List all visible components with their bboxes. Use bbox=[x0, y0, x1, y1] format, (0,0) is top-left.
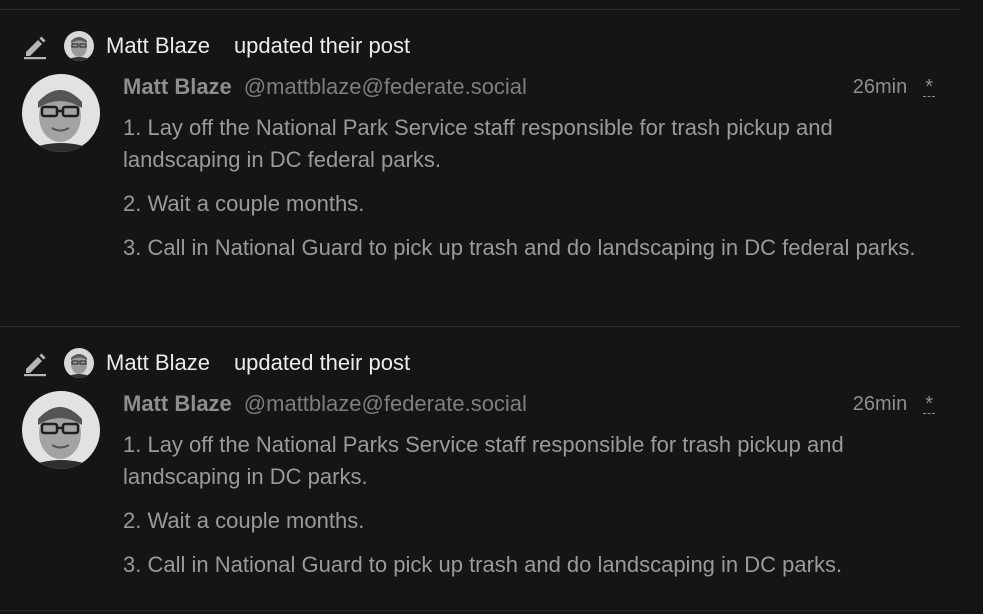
post-meta: Matt Blaze @mattblaze@federate.social 26… bbox=[123, 72, 935, 102]
notification-item[interactable]: Matt Blaze updated their post Matt Blaze… bbox=[0, 345, 960, 605]
notification-account-name[interactable]: Matt Blaze bbox=[106, 33, 210, 59]
avatar[interactable] bbox=[64, 31, 94, 61]
post-paragraph: 3. Call in National Guard to pick up tra… bbox=[123, 235, 916, 260]
notification-header: Matt Blaze updated their post bbox=[20, 345, 410, 381]
author-name[interactable]: Matt Blaze bbox=[123, 391, 232, 417]
author-avatar[interactable] bbox=[22, 391, 100, 469]
pencil-icon bbox=[20, 348, 50, 378]
post-paragraph: 2. Wait a couple months. bbox=[123, 508, 365, 533]
handle-domain: @federate.social bbox=[361, 74, 527, 99]
notification-action-text: updated their post bbox=[233, 33, 411, 58]
post-timestamp[interactable]: 26min bbox=[853, 393, 907, 416]
post-content: 1. Lay off the National Parks Service st… bbox=[123, 429, 923, 593]
handle-user: @mattblaze bbox=[243, 391, 362, 416]
avatar[interactable] bbox=[64, 348, 94, 378]
divider bbox=[0, 326, 960, 327]
post-paragraph: 1. Lay off the National Parks Service st… bbox=[123, 432, 844, 489]
notification-account-name[interactable]: Matt Blaze bbox=[106, 350, 210, 376]
notification-item[interactable]: Matt Blaze updated their post Matt Blaze… bbox=[0, 28, 960, 318]
edited-indicator[interactable]: * bbox=[923, 77, 935, 97]
post-content: 1. Lay off the National Park Service sta… bbox=[123, 112, 923, 276]
post-timestamp[interactable]: 26min bbox=[853, 76, 907, 99]
post-paragraph: 2. Wait a couple months. bbox=[123, 191, 365, 216]
author-name[interactable]: Matt Blaze bbox=[123, 74, 232, 100]
handle-domain: @federate.social bbox=[361, 391, 527, 416]
post-meta: Matt Blaze @mattblaze@federate.social 26… bbox=[123, 389, 935, 419]
handle-user: @mattblaze bbox=[243, 74, 362, 99]
post-paragraph: 1. Lay off the National Park Service sta… bbox=[123, 115, 833, 172]
author-handle[interactable]: @mattblaze@federate.social bbox=[244, 391, 527, 417]
pencil-icon bbox=[20, 31, 50, 61]
notification-action-text: updated their post bbox=[233, 350, 411, 375]
edited-indicator[interactable]: * bbox=[923, 394, 935, 414]
author-avatar[interactable] bbox=[22, 74, 100, 152]
notification-feed: Matt Blaze updated their post Matt Blaze… bbox=[0, 0, 983, 614]
divider bbox=[0, 610, 960, 611]
post-paragraph: 3. Call in National Guard to pick up tra… bbox=[123, 552, 843, 577]
divider bbox=[0, 9, 960, 10]
author-handle[interactable]: @mattblaze@federate.social bbox=[244, 74, 527, 100]
notification-header: Matt Blaze updated their post bbox=[20, 28, 410, 64]
